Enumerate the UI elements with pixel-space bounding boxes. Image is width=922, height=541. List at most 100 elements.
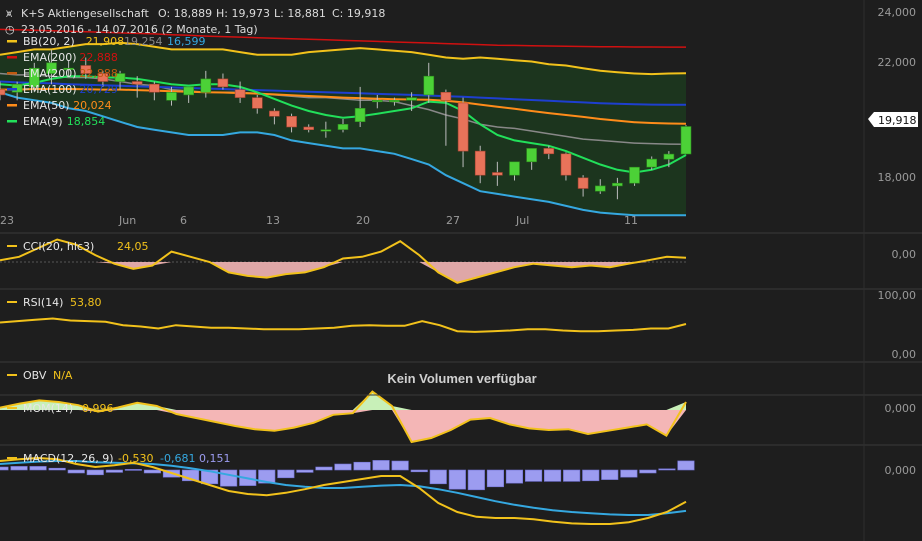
rsi-panel: [0, 317, 687, 333]
price-tick: 18,000: [878, 171, 917, 184]
legend-value: 20,729: [79, 83, 118, 96]
x-tick: 27: [446, 214, 460, 227]
legend-value: 20,024: [73, 99, 112, 112]
rsi-axis-top: 100,00: [878, 289, 917, 302]
macd-histogram-bar: [124, 469, 142, 471]
macd-histogram-bar: [391, 460, 409, 471]
macd-histogram-bar: [563, 469, 581, 482]
rsi-legend-swatch: [7, 301, 17, 303]
candle-body: [149, 83, 160, 93]
rsi-line: [0, 317, 687, 333]
candle-body: [200, 78, 212, 93]
candle-body: [680, 126, 692, 155]
legend-value: 22,888: [79, 51, 118, 64]
chart-widget[interactable]: ⩙ K+S Aktiengesellschaft O: 18,889 H: 19…: [0, 0, 922, 541]
legend-label: EMA(200): [23, 67, 77, 80]
legend-label: EMA(100): [23, 83, 77, 96]
legend-label: EMA(50): [23, 99, 70, 112]
header: ⩙ K+S Aktiengesellschaft O: 18,889 H: 19…: [5, 7, 385, 36]
cci-value: 24,05: [117, 240, 149, 253]
ohlc-close: C: 19,918: [332, 7, 385, 20]
candle-body: [183, 86, 194, 96]
macd-histogram-bar: [48, 467, 66, 471]
mom-name: MOM(14): [23, 402, 73, 415]
candle-body: [594, 185, 606, 192]
legend-swatch: [7, 40, 17, 43]
legend-swatch: [7, 104, 17, 107]
candle-body: [440, 92, 452, 101]
candle-body: [371, 100, 383, 103]
ohlc-open: O: 18,889: [158, 7, 212, 20]
macd-histogram-bar: [143, 469, 161, 474]
momentum-panel: [0, 390, 687, 444]
legend-swatch: [7, 120, 17, 123]
legend-label: EMA(200): [23, 51, 77, 64]
candle-body: [629, 166, 640, 184]
obv-value: N/A: [53, 369, 73, 382]
legend-label: EMA(9): [23, 115, 63, 128]
cci-negative-fill: [0, 262, 686, 283]
candle-body: [612, 182, 623, 187]
macd-histogram-bar: [620, 469, 638, 478]
macd-value: -0,530: [118, 452, 153, 465]
candle-body: [269, 110, 280, 117]
candle-body: [320, 129, 332, 132]
macd-histogram-bar: [582, 469, 600, 482]
rsi-axis-bottom: 0,00: [892, 348, 917, 361]
cci-label: CCI(20, hlc3) 24,05: [7, 240, 149, 253]
legend-label: BB(20, 2): [23, 35, 75, 48]
cci-line: [0, 238, 687, 284]
legend-swatch: [7, 88, 17, 91]
cci-legend-swatch: [7, 245, 17, 247]
x-tick: 13: [266, 214, 280, 227]
legend-extra: 19,254: [124, 35, 163, 48]
last-price-value: 19,918: [878, 114, 917, 127]
candle-body: [166, 92, 177, 101]
macd-axis: 0,000: [885, 464, 917, 477]
candle-body: [474, 150, 486, 176]
macd-histogram-bar: [639, 469, 657, 474]
candle-body: [457, 102, 469, 152]
obv-label: OBV N/A: [7, 369, 73, 382]
macd-histogram-bar: [601, 469, 619, 480]
chart-canvas[interactable]: ⩙ K+S Aktiengesellschaft O: 18,889 H: 19…: [0, 0, 922, 541]
candle-body: [509, 161, 520, 176]
macd-histogram-bar: [0, 466, 9, 471]
price-tick: 22,000: [878, 56, 917, 69]
candle-body: [560, 153, 572, 176]
macd-histogram-bar: [372, 460, 390, 471]
rsi-name: RSI(14): [23, 296, 63, 309]
cci-name: CCI(20, hlc3): [23, 240, 94, 253]
macd-signal-value: -0,681: [160, 452, 195, 465]
legend-swatch: [7, 56, 17, 59]
macd-histogram-bar: [677, 460, 695, 471]
macd-histogram-bar: [29, 466, 47, 471]
macd-histogram-bar: [334, 463, 352, 471]
candle-body: [303, 126, 315, 131]
chart-type-icon: ⩙: [6, 7, 12, 20]
x-tick: Jul: [515, 214, 529, 227]
candle-body: [217, 78, 229, 88]
candle-body: [406, 97, 417, 101]
price-tick: 24,000: [878, 6, 917, 19]
candle-body: [423, 75, 435, 96]
rsi-value: 53,80: [70, 296, 102, 309]
macd-panel: [0, 456, 695, 525]
candle-body: [543, 148, 555, 155]
macd-histogram-bar: [296, 469, 314, 473]
candle-body: [286, 116, 297, 128]
instrument-title: K+S Aktiengesellschaft: [21, 7, 149, 20]
mom-axis: 0,000: [885, 402, 917, 415]
candle-body: [492, 172, 503, 176]
obv-legend-swatch: [7, 374, 17, 376]
candle-body: [0, 89, 6, 96]
macd-histogram-bar: [410, 469, 428, 473]
x-tick: 23: [0, 214, 14, 227]
macd-name: MACD(12, 26, 9): [23, 452, 114, 465]
macd-hist-value: 0,151: [199, 452, 231, 465]
rsi-label: RSI(14) 53,80: [7, 296, 102, 309]
macd-histogram-bar: [467, 469, 485, 491]
x-axis: 23 Jun 6 13 20 27 Jul 11: [0, 214, 638, 227]
cci-panel: [0, 238, 687, 284]
candle-body: [646, 158, 658, 168]
